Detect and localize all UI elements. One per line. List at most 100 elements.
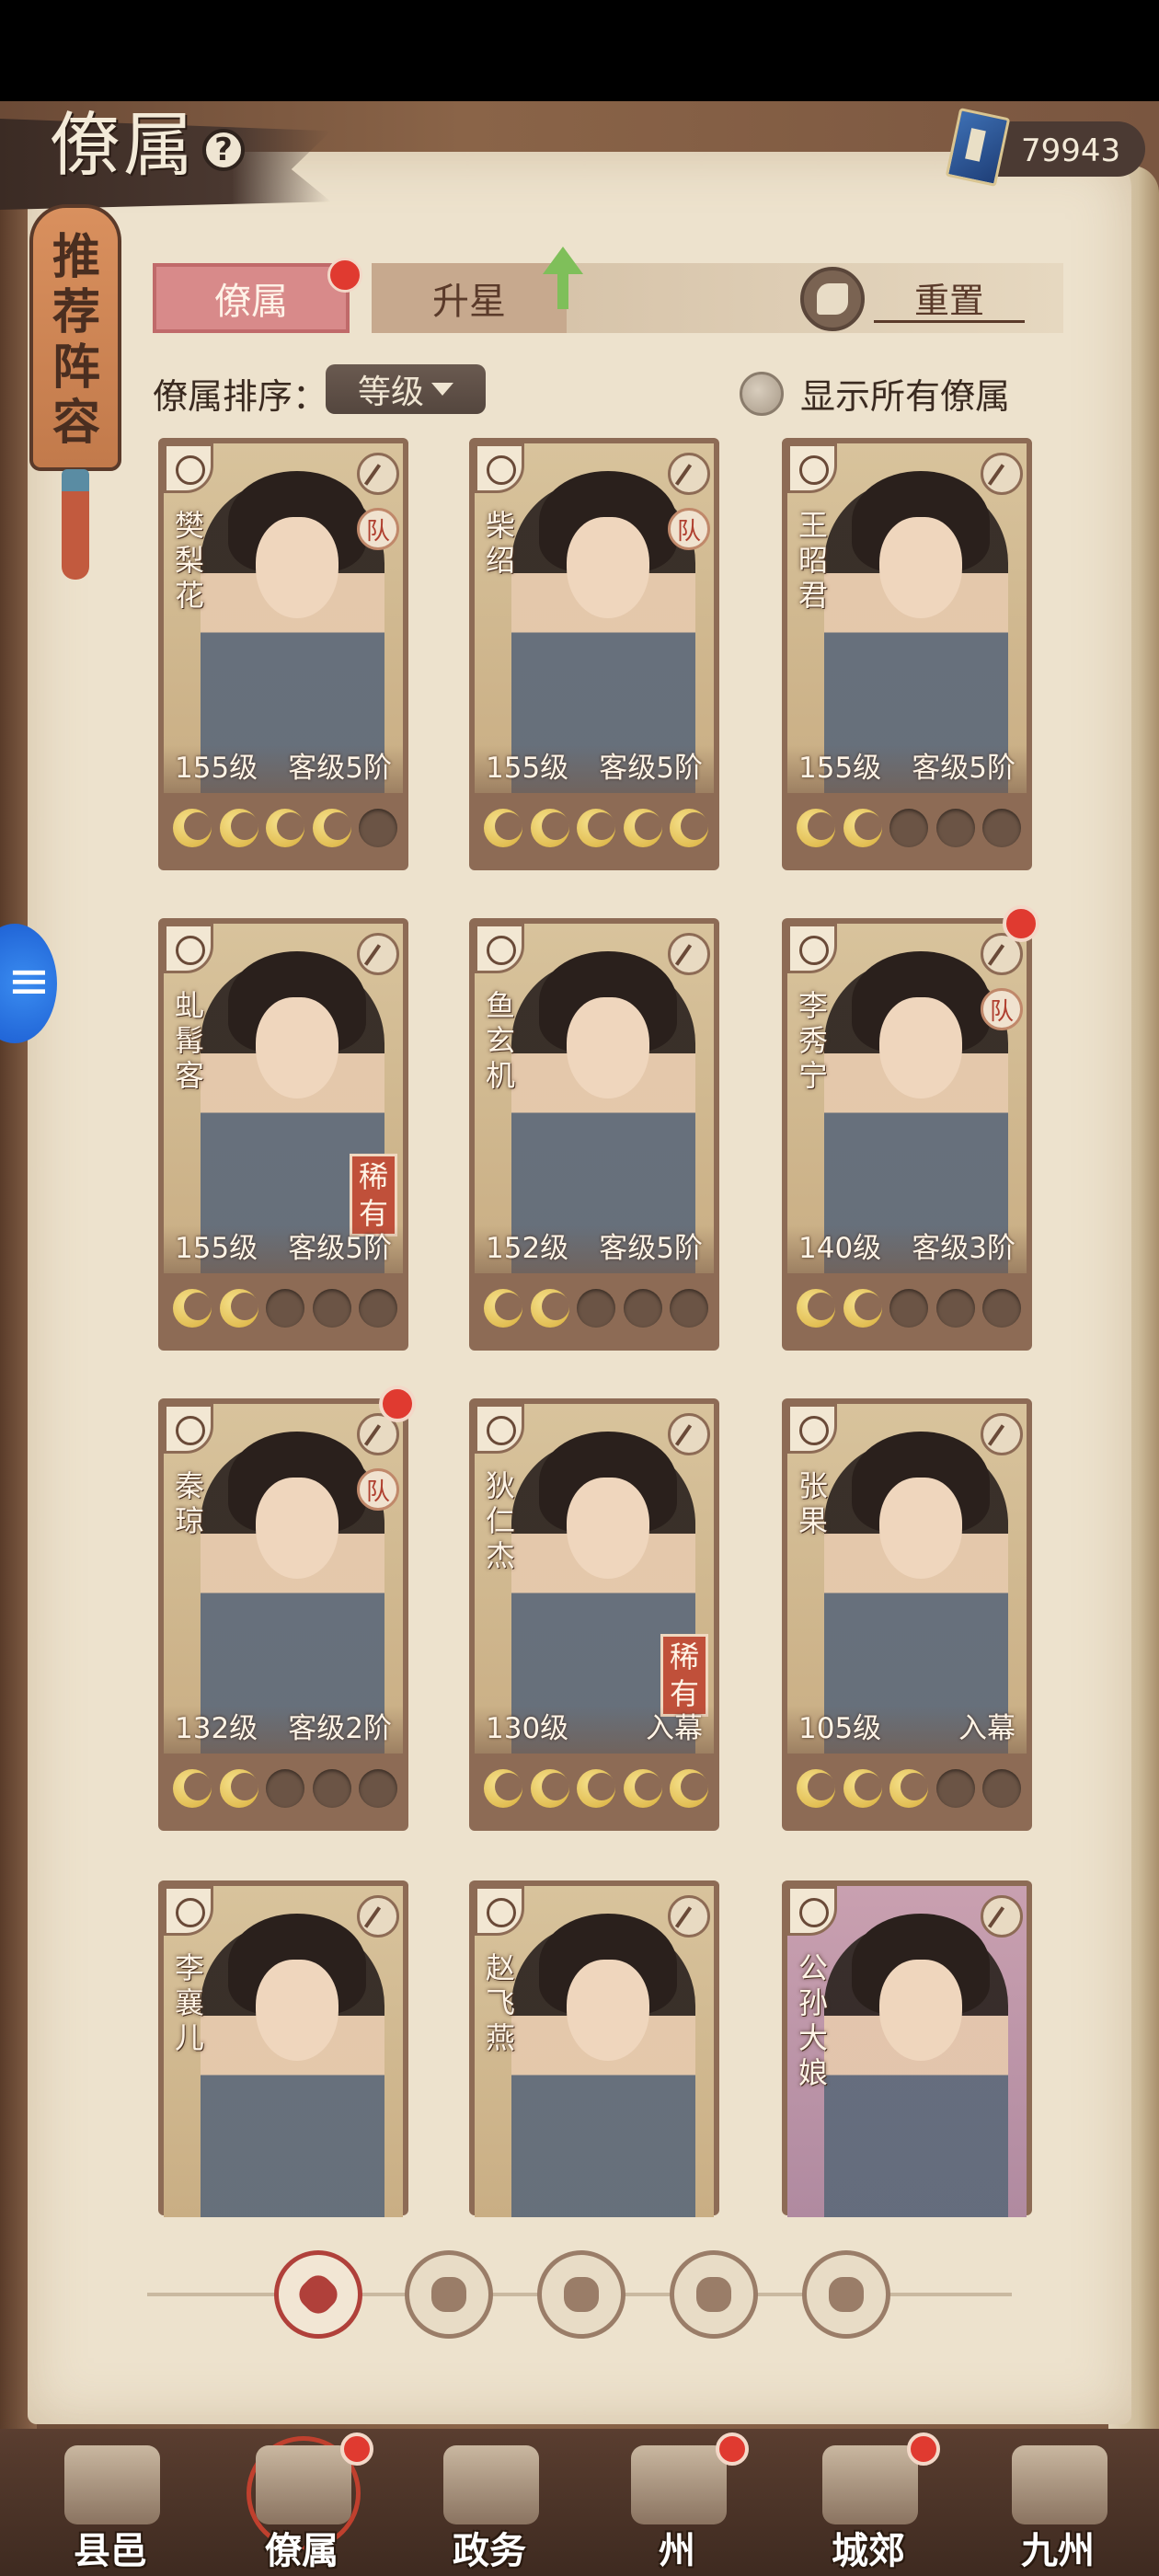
nav-item[interactable]: 僚属 (210, 2429, 394, 2576)
portrait-art (475, 924, 714, 1273)
chevron-down-icon (431, 383, 453, 396)
show-all-label[interactable]: 显示所有僚属 (800, 368, 1010, 419)
notification-dot (716, 2432, 749, 2466)
team-badge: 队 (981, 988, 1023, 1030)
moon-star-filled-icon (843, 1289, 882, 1328)
retainer-card[interactable]: 虬髯客 稀有 155级 客级5阶 (158, 918, 408, 1351)
portrait-art (787, 924, 1027, 1273)
retainer-name: 赵飞燕 (485, 1950, 515, 2055)
team-badge: 队 (357, 1468, 399, 1511)
retainer-level: 140级 (798, 1232, 882, 1265)
helmet-filter-icon[interactable] (405, 2250, 493, 2339)
star-row (173, 802, 397, 854)
moon-star-filled-icon (670, 1769, 708, 1808)
retainer-name: 张果 (798, 1468, 828, 1538)
retainer-card[interactable]: 狄仁杰 稀有 130级 入幕 (469, 1398, 719, 1831)
moon-star-filled-icon (484, 809, 522, 847)
moon-star-filled-icon (484, 1769, 522, 1808)
moon-star-filled-icon (623, 809, 662, 847)
portrait-art (164, 443, 403, 793)
tab-upgrade-star[interactable]: 升星 (372, 263, 567, 333)
cat-filter-icon[interactable] (537, 2250, 625, 2339)
nav-item[interactable]: 城郊 (776, 2429, 960, 2576)
card-stats: 155级 客级5阶 (475, 745, 714, 793)
star-row (797, 1763, 1021, 1814)
retainer-card[interactable]: 王昭君 155级 客级5阶 (782, 438, 1032, 870)
star-row (797, 1282, 1021, 1334)
retainer-card[interactable]: 樊梨花 队 155级 客级5阶 (158, 438, 408, 870)
faction-icon (981, 1895, 1023, 1938)
card-stats: 130级 入幕 (475, 1706, 714, 1754)
portrait-art (787, 1404, 1027, 1754)
faction-icon (357, 453, 399, 495)
retainer-card[interactable]: 柴绍 队 155级 客级5阶 (469, 438, 719, 870)
card-stats: 132级 客级2阶 (164, 1706, 403, 1754)
moon-star-empty-icon (359, 1289, 397, 1328)
retainer-name: 李秀宁 (798, 988, 828, 1093)
fan-filter-icon[interactable] (670, 2250, 758, 2339)
page-title: 僚属 (50, 104, 197, 186)
retainer-rank: 客级5阶 (912, 752, 1016, 785)
faction-icon (357, 933, 399, 975)
card-stats: 140级 客级3阶 (787, 1225, 1027, 1273)
star-row (173, 1763, 397, 1814)
card-stats: 155级 客级5阶 (787, 745, 1027, 793)
moon-star-empty-icon (982, 1769, 1021, 1808)
faction-icon (357, 1895, 399, 1938)
sort-dropdown[interactable]: 等级 (326, 364, 486, 414)
reset-button[interactable]: 重置 (874, 274, 1025, 323)
moon-star-filled-icon (312, 809, 351, 847)
moon-star-filled-icon (577, 809, 615, 847)
show-all-toggle[interactable] (740, 372, 784, 416)
all-filter-icon[interactable] (274, 2250, 362, 2339)
reset-icon[interactable] (800, 267, 865, 331)
retainer-rank: 入幕 (646, 1712, 703, 1745)
star-row (173, 1282, 397, 1334)
faction-icon (668, 1895, 710, 1938)
nav-item[interactable]: 县邑 (18, 2429, 202, 2576)
retainer-level: 152级 (486, 1232, 569, 1265)
help-icon[interactable]: ? (202, 129, 245, 171)
retainer-card[interactable]: 李秀宁 队 140级 客级3阶 (782, 918, 1032, 1351)
moon-star-empty-icon (577, 1289, 615, 1328)
notification-dot (907, 2432, 940, 2466)
moon-star-empty-icon (935, 1289, 975, 1328)
nav-label: 九州 (1021, 2529, 1095, 2572)
moon-star-filled-icon (173, 809, 212, 847)
portrait-art (787, 443, 1027, 793)
moon-star-filled-icon (670, 809, 708, 847)
retainer-rank: 客级5阶 (288, 1232, 392, 1265)
retainer-name: 樊梨花 (174, 508, 204, 613)
star-row (797, 802, 1021, 854)
retainer-card[interactable]: 秦琼 队 132级 客级2阶 (158, 1398, 408, 1831)
star-row (484, 1282, 708, 1334)
portrait-art (164, 1404, 403, 1754)
retainer-card[interactable]: 李襄儿 (158, 1880, 408, 2217)
nav-label: 僚属 (265, 2529, 339, 2572)
nav-icon (1012, 2445, 1107, 2524)
tab-retainers[interactable]: 僚属 (153, 263, 350, 333)
moon-star-empty-icon (359, 809, 397, 847)
moon-star-empty-icon (312, 1769, 351, 1808)
retainer-name: 鱼玄机 (485, 988, 515, 1093)
nav-item[interactable]: 政务 (397, 2429, 581, 2576)
retainer-level: 130级 (486, 1712, 569, 1745)
team-badge: 队 (357, 508, 399, 550)
retainer-rank: 客级5阶 (599, 752, 703, 785)
up-arrow-stem (557, 272, 568, 309)
retainer-level: 105级 (798, 1712, 882, 1745)
retainer-card[interactable]: 张果 105级 入幕 (782, 1398, 1032, 1831)
nav-item[interactable]: 州 (585, 2429, 769, 2576)
star-row (484, 1763, 708, 1814)
nav-label: 政务 (453, 2529, 526, 2572)
retainer-card[interactable]: 赵飞燕 (469, 1880, 719, 2217)
team-badge: 队 (668, 508, 710, 550)
up-arrow-icon (543, 247, 583, 274)
beast-filter-icon[interactable] (802, 2250, 890, 2339)
moon-star-empty-icon (889, 1289, 928, 1328)
moon-star-filled-icon (577, 1769, 615, 1808)
nav-icon (443, 2445, 539, 2524)
retainer-card[interactable]: 鱼玄机 152级 客级5阶 (469, 918, 719, 1351)
nav-item[interactable]: 九州 (966, 2429, 1150, 2576)
retainer-card[interactable]: 公孙大娘 (782, 1880, 1032, 2217)
